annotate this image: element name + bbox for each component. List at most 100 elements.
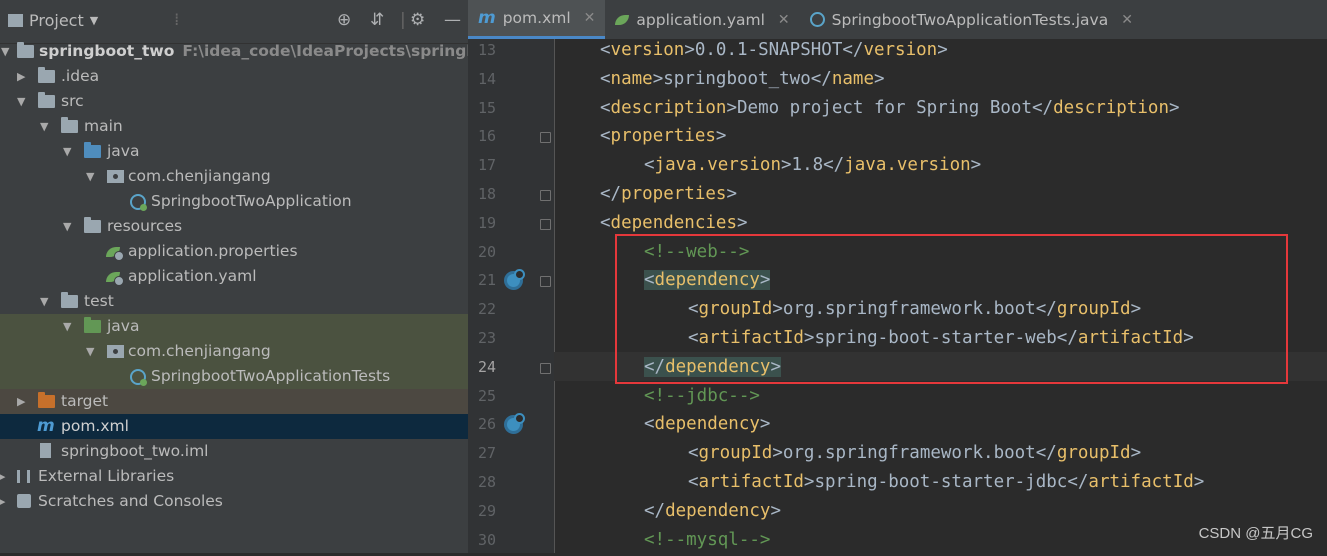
gear-icon[interactable]: ⚙ — [410, 10, 425, 30]
locate-icon[interactable]: ⊕ — [337, 10, 351, 30]
tree-item-application-properties[interactable]: application.properties — [0, 239, 468, 264]
tree-item-application-yaml[interactable]: application.yaml — [0, 264, 468, 289]
tree-item-target[interactable]: ▶ target — [0, 389, 468, 414]
project-panel: Project ▼ ⁞ ⊕ ⇵ | ⚙ — ▼ springboot_two F:… — [0, 0, 546, 553]
fold-marker-icon[interactable] — [540, 190, 551, 201]
collapse-all-icon[interactable]: ⇵ — [370, 10, 384, 30]
spring-boot-class-icon — [130, 369, 147, 386]
close-icon[interactable]: ✕ — [778, 12, 790, 28]
line-number: 25 — [477, 386, 496, 405]
code-line: <properties> — [600, 126, 727, 147]
tree-item-label: SpringbootTwoApplication — [151, 192, 352, 210]
code-line: </dependency> — [644, 500, 781, 521]
tree-item-pom-xml[interactable]: m pom.xml — [0, 414, 468, 439]
close-icon[interactable]: ✕ — [1121, 12, 1133, 28]
line-number: 27 — [477, 444, 496, 463]
chevron-down-icon[interactable]: ▼ — [17, 89, 25, 114]
tree-item-application-class[interactable]: SpringbootTwoApplication — [0, 189, 468, 214]
fold-marker-icon[interactable] — [540, 362, 551, 374]
project-title: Project — [29, 11, 84, 30]
code-line: <dependency> — [644, 414, 771, 435]
tree-item-label: .idea — [61, 67, 100, 85]
tree-item-package-test[interactable]: ▼ com.chenjiangang — [0, 339, 468, 364]
chevron-right-icon[interactable]: ▶ — [0, 489, 5, 514]
tree-item-label: java — [107, 317, 140, 335]
chevron-down-icon[interactable]: ▼ — [63, 314, 71, 339]
tree-item-src[interactable]: ▼ src — [0, 89, 468, 114]
line-number: 13 — [477, 41, 496, 59]
resources-folder-icon — [84, 217, 101, 233]
tree-item-main[interactable]: ▼ main — [0, 114, 468, 139]
line-number: 22 — [477, 300, 496, 319]
tree-item-label: External Libraries — [38, 467, 175, 485]
chevron-down-icon[interactable]: ▼ — [1, 39, 9, 64]
chevron-down-icon[interactable]: ▼ — [86, 339, 94, 364]
code-line: <artifactId>spring-boot-starter-jdbc</ar… — [688, 472, 1205, 492]
tab-pom-xml[interactable]: m pom.xml ✕ — [468, 0, 606, 39]
chevron-down-icon: ▼ — [89, 14, 99, 27]
tree-item-springboot-two[interactable]: ▼ springboot_two F:\idea_code\IdeaProject… — [0, 39, 546, 64]
tree-item-application-tests-class[interactable]: SpringbootTwoApplicationTests — [0, 364, 468, 389]
tree-item-scratches[interactable]: ▶ Scratches and Consoles — [0, 489, 468, 514]
tree-item-resources[interactable]: ▼ resources — [0, 214, 468, 239]
maven-icon: m — [37, 416, 55, 436]
code-line: <groupId>org.springframework.boot</group… — [688, 443, 1142, 464]
source-folder-icon — [84, 142, 101, 158]
tab-label: application.yaml — [636, 10, 765, 29]
tree-item-package-main[interactable]: ▼ com.chenjiangang — [0, 164, 468, 189]
chevron-down-icon[interactable]: ▼ — [86, 164, 94, 189]
tree-item-label: pom.xml — [61, 417, 129, 435]
spring-boot-class-icon — [809, 12, 825, 27]
chevron-down-icon[interactable]: ▼ — [63, 214, 71, 239]
line-number: 15 — [477, 98, 496, 117]
chevron-right-icon[interactable]: ▶ — [17, 389, 25, 414]
code-line: <description>Demo project for Spring Boo… — [600, 97, 1180, 118]
tree-item-label: src — [61, 92, 84, 110]
tab-application-tests[interactable]: SpringbootTwoApplicationTests.java ✕ — [800, 0, 1143, 39]
line-number: 19 — [477, 213, 496, 232]
tree-item-idea[interactable]: ▶ .idea — [0, 64, 468, 89]
tree-item-iml[interactable]: springboot_two.iml — [0, 439, 468, 464]
minimize-icon[interactable]: — — [444, 10, 461, 30]
line-number: 20 — [477, 242, 496, 261]
line-number: 30 — [477, 530, 496, 549]
tree-item-label: test — [84, 292, 114, 310]
editor-tabs: m pom.xml ✕ application.yaml ✕ Springboo… — [468, 0, 1327, 40]
tree-item-test[interactable]: ▼ test — [0, 289, 468, 314]
tree-item-java-main[interactable]: ▼ java — [0, 139, 468, 164]
chevron-right-icon[interactable]: ▶ — [17, 64, 25, 89]
editor-gutter: 13 14 15 16 17 18 19 20 21 22 23 24 25 26 27 28 29 30 — [468, 39, 555, 553]
line-number: 23 — [477, 329, 496, 347]
separator: | — [400, 10, 406, 30]
project-panel-header: Project ▼ ⁞ ⊕ ⇵ | ⚙ — — [0, 0, 468, 44]
chevron-down-icon[interactable]: ▼ — [63, 139, 71, 164]
tree-item-label: java — [107, 142, 140, 160]
fold-marker-icon[interactable] — [540, 276, 551, 288]
chevron-right-icon[interactable]: ▶ — [0, 464, 5, 489]
tree-item-external-libraries[interactable]: ▶ External Libraries — [0, 464, 468, 489]
line-number: 26 — [477, 415, 496, 434]
close-icon[interactable]: ✕ — [584, 10, 596, 26]
package-icon — [107, 345, 124, 358]
tree-item-java-test[interactable]: ▼ java — [0, 314, 468, 339]
folder-icon — [61, 117, 78, 133]
dependency-sync-icon[interactable] — [504, 413, 525, 435]
dependency-sync-icon[interactable] — [504, 269, 525, 291]
drag-handle-icon[interactable]: ⁞ — [174, 10, 179, 30]
folder-icon — [38, 67, 55, 83]
line-number: 18 — [477, 185, 496, 203]
project-view-selector[interactable]: Project ▼ — [8, 11, 98, 30]
chevron-down-icon[interactable]: ▼ — [40, 114, 48, 139]
chevron-down-icon[interactable]: ▼ — [40, 289, 48, 314]
project-icon — [8, 14, 23, 27]
tree-item-label: resources — [107, 217, 183, 235]
folder-icon — [38, 92, 55, 108]
tab-application-yaml[interactable]: application.yaml ✕ — [605, 0, 799, 39]
scratch-icon — [17, 494, 31, 508]
maven-icon: m — [478, 8, 496, 28]
spring-boot-class-icon — [130, 194, 147, 211]
code-line: </properties> — [600, 184, 737, 204]
fold-marker-icon[interactable] — [540, 218, 551, 230]
fold-marker-icon[interactable] — [540, 132, 551, 144]
tab-label: pom.xml — [502, 9, 571, 27]
